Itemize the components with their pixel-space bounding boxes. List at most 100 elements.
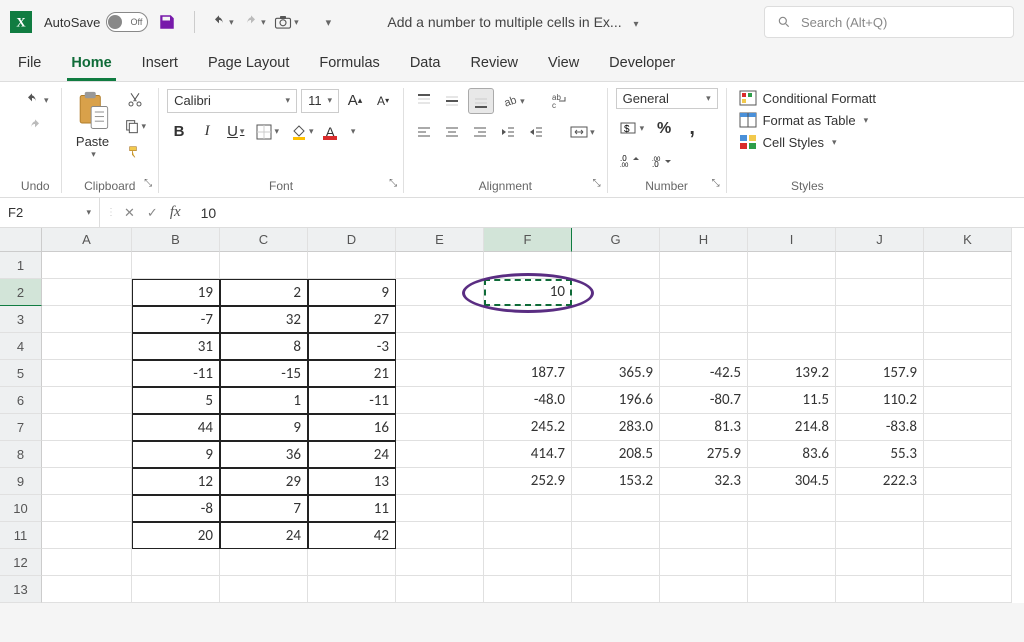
cell-A9[interactable] — [42, 468, 132, 495]
cell-B12[interactable] — [132, 549, 220, 576]
cell-E4[interactable] — [396, 333, 484, 360]
cell-D3[interactable]: 27 — [308, 306, 396, 333]
cell-I11[interactable] — [748, 522, 836, 549]
cell-C8[interactable]: 36 — [220, 441, 308, 468]
cell-I4[interactable] — [748, 333, 836, 360]
cell-K9[interactable] — [924, 468, 1012, 495]
cell-F12[interactable] — [484, 549, 572, 576]
cell-B2[interactable]: 19 — [132, 279, 220, 306]
cell-I7[interactable]: 214.8 — [748, 414, 836, 441]
cell-B7[interactable]: 44 — [132, 414, 220, 441]
row-header-5[interactable]: 5 — [0, 360, 42, 387]
cell-K1[interactable] — [924, 252, 1012, 279]
cell-K12[interactable] — [924, 549, 1012, 576]
comma-format-button[interactable]: , — [680, 113, 704, 144]
cell-K3[interactable] — [924, 306, 1012, 333]
cell-C2[interactable]: 2 — [220, 279, 308, 306]
row-header-11[interactable]: 11 — [0, 522, 42, 549]
cell-J8[interactable]: 55.3 — [836, 441, 924, 468]
cell-H4[interactable] — [660, 333, 748, 360]
cell-G3[interactable] — [572, 306, 660, 333]
cell-H1[interactable] — [660, 252, 748, 279]
tab-review[interactable]: Review — [466, 47, 522, 81]
column-header-F[interactable]: F — [484, 228, 572, 252]
doc-dropdown-icon[interactable]: ▾ — [634, 19, 639, 30]
cell-B11[interactable]: 20 — [132, 522, 220, 549]
borders-button[interactable]: ▾ — [252, 120, 283, 144]
font-size-select[interactable]: 11▾ — [301, 89, 339, 113]
cell-F7[interactable]: 245.2 — [484, 414, 572, 441]
column-header-D[interactable]: D — [308, 228, 396, 252]
cell-K11[interactable] — [924, 522, 1012, 549]
cell-E12[interactable] — [396, 549, 484, 576]
cell-J9[interactable]: 222.3 — [836, 468, 924, 495]
tab-view[interactable]: View — [544, 47, 583, 81]
cell-J2[interactable] — [836, 279, 924, 306]
cell-A8[interactable] — [42, 441, 132, 468]
column-header-A[interactable]: A — [42, 228, 132, 252]
cell-I6[interactable]: 11.5 — [748, 387, 836, 414]
cell-J5[interactable]: 157.9 — [836, 360, 924, 387]
column-header-J[interactable]: J — [836, 228, 924, 252]
font-name-select[interactable]: Calibri▾ — [167, 89, 297, 113]
cell-F3[interactable] — [484, 306, 572, 333]
cell-A11[interactable] — [42, 522, 132, 549]
autosave-control[interactable]: AutoSave Off — [44, 12, 148, 32]
cell-B13[interactable] — [132, 576, 220, 603]
increase-indent-button[interactable] — [524, 120, 548, 144]
cell-C13[interactable] — [220, 576, 308, 603]
cell-H7[interactable]: 81.3 — [660, 414, 748, 441]
format-as-table-button[interactable]: Format as Table▾ — [735, 110, 873, 130]
cell-H6[interactable]: -80.7 — [660, 387, 748, 414]
cell-G10[interactable] — [572, 495, 660, 522]
cell-H9[interactable]: 32.3 — [660, 468, 748, 495]
undo-dropdown-button[interactable]: ▾ — [18, 88, 53, 112]
cell-J7[interactable]: -83.8 — [836, 414, 924, 441]
cell-F2[interactable]: 10 — [484, 279, 572, 306]
cell-H3[interactable] — [660, 306, 748, 333]
cell-K7[interactable] — [924, 414, 1012, 441]
cell-D2[interactable]: 9 — [308, 279, 396, 306]
cell-F9[interactable]: 252.9 — [484, 468, 572, 495]
redo-button[interactable]: ▾ — [241, 9, 267, 35]
camera-button[interactable]: ▾ — [273, 9, 299, 35]
cell-F8[interactable]: 414.7 — [484, 441, 572, 468]
cell-E1[interactable] — [396, 252, 484, 279]
cell-H12[interactable] — [660, 549, 748, 576]
cell-F4[interactable] — [484, 333, 572, 360]
cell-K10[interactable] — [924, 495, 1012, 522]
fx-menu-icon[interactable]: ⋮ — [106, 207, 116, 218]
cell-F1[interactable] — [484, 252, 572, 279]
increase-font-button[interactable]: A▴ — [343, 88, 367, 113]
cell-G9[interactable]: 153.2 — [572, 468, 660, 495]
cell-F5[interactable]: 187.7 — [484, 360, 572, 387]
clipboard-dialog-launcher[interactable]: ⤡ — [142, 176, 154, 191]
column-header-E[interactable]: E — [396, 228, 484, 252]
decrease-decimal-button[interactable]: .00.0 — [648, 148, 676, 172]
cell-E7[interactable] — [396, 414, 484, 441]
cell-K5[interactable] — [924, 360, 1012, 387]
fx-button[interactable]: fx — [166, 202, 185, 223]
align-center-button[interactable] — [440, 120, 464, 144]
cell-J3[interactable] — [836, 306, 924, 333]
cell-H8[interactable]: 275.9 — [660, 441, 748, 468]
tab-developer[interactable]: Developer — [605, 47, 679, 81]
cell-B3[interactable]: -7 — [132, 306, 220, 333]
cell-D4[interactable]: -3 — [308, 333, 396, 360]
cell-I12[interactable] — [748, 549, 836, 576]
tab-page-layout[interactable]: Page Layout — [204, 47, 293, 81]
cell-styles-button[interactable]: Cell Styles▾ — [735, 132, 841, 152]
cell-C1[interactable] — [220, 252, 308, 279]
cell-G2[interactable] — [572, 279, 660, 306]
row-header-3[interactable]: 3 — [0, 306, 42, 333]
cell-I10[interactable] — [748, 495, 836, 522]
cell-E8[interactable] — [396, 441, 484, 468]
row-header-8[interactable]: 8 — [0, 441, 42, 468]
cell-C3[interactable]: 32 — [220, 306, 308, 333]
cell-F11[interactable] — [484, 522, 572, 549]
cell-H13[interactable] — [660, 576, 748, 603]
cell-D10[interactable]: 11 — [308, 495, 396, 522]
orientation-button[interactable]: ab▾ — [498, 89, 529, 113]
cell-G7[interactable]: 283.0 — [572, 414, 660, 441]
cell-C7[interactable]: 9 — [220, 414, 308, 441]
